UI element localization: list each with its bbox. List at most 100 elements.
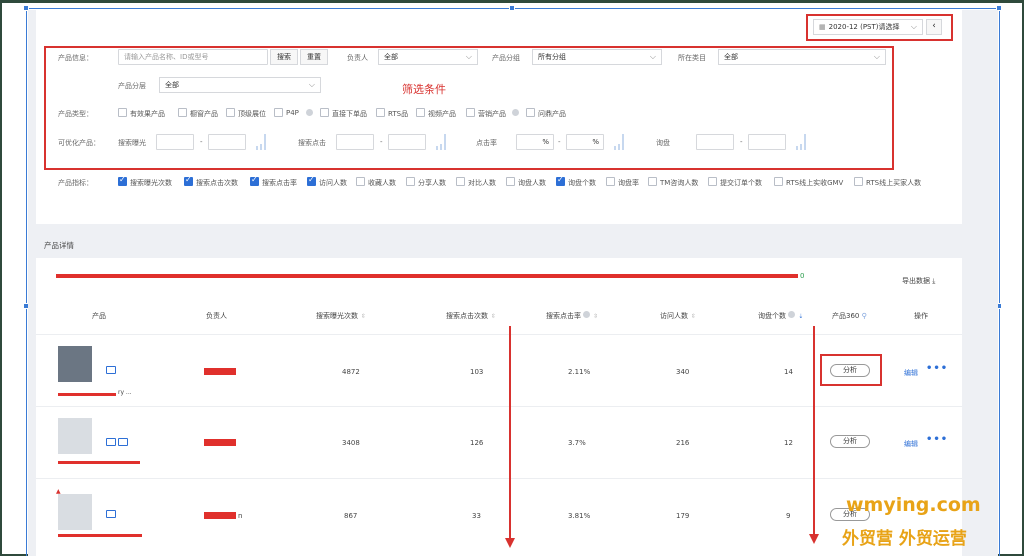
redaction-bar bbox=[204, 368, 236, 375]
type-checkbox[interactable] bbox=[376, 108, 385, 117]
metric-checkbox[interactable] bbox=[648, 177, 657, 186]
type-checkbox[interactable] bbox=[526, 108, 535, 117]
product-thumbnail[interactable] bbox=[58, 418, 92, 454]
document-icon[interactable] bbox=[106, 510, 116, 518]
watermark-text: 外贸营 外贸运营 bbox=[842, 529, 967, 549]
inquiry-max-input[interactable] bbox=[748, 134, 786, 150]
col-clicks[interactable]: 搜索点击次数 ⇳ bbox=[446, 311, 496, 321]
mini-distribution-chart bbox=[794, 134, 808, 150]
type-checkbox[interactable] bbox=[178, 108, 187, 117]
type-checkbox[interactable] bbox=[466, 108, 475, 117]
optimizable-label: 可优化产品： bbox=[58, 139, 100, 147]
redaction-bar bbox=[204, 512, 236, 519]
inquiry-min-input[interactable] bbox=[696, 134, 734, 150]
type-checkbox[interactable] bbox=[118, 108, 127, 117]
col-ctr[interactable]: 搜索点击率 ⇳ bbox=[546, 311, 598, 321]
chevron-down-icon: ⌵ bbox=[308, 80, 315, 89]
exposure-max-input[interactable] bbox=[208, 134, 246, 150]
type-checkbox[interactable] bbox=[320, 108, 329, 117]
product-info-label: 产品信息： bbox=[58, 54, 93, 62]
exposure-min-input[interactable] bbox=[156, 134, 194, 150]
more-dots-icon[interactable]: ••• bbox=[926, 363, 948, 374]
analyze-button[interactable]: 分析 bbox=[830, 435, 870, 448]
col-exposure[interactable]: 搜索曝光次数 ⇳ bbox=[316, 311, 366, 321]
search-button[interactable]: 搜索 bbox=[270, 49, 298, 65]
product-thumbnail[interactable] bbox=[58, 346, 92, 382]
annotation-arrow-head bbox=[505, 538, 515, 548]
more-dots-icon[interactable]: ••• bbox=[926, 434, 948, 445]
reset-button[interactable]: 重置 bbox=[300, 49, 328, 65]
metrics-label: 产品指标： bbox=[58, 179, 93, 187]
owner-select[interactable]: 全部 ⌵ bbox=[378, 49, 478, 65]
owner-label: 负责人 bbox=[347, 54, 368, 62]
clicks-range-label: 搜索点击 bbox=[298, 139, 326, 147]
download-icon: ⤓ bbox=[932, 277, 936, 285]
monitor-icon[interactable] bbox=[106, 366, 116, 374]
col-product360: 产品360 ⚲ bbox=[832, 312, 867, 320]
metric-checkbox[interactable] bbox=[307, 175, 316, 186]
product-search-input[interactable]: 请输入产品名称、ID或型号 bbox=[118, 49, 268, 65]
monitor-icon[interactable] bbox=[118, 438, 128, 446]
chevron-down-icon: ⌵ bbox=[649, 52, 656, 61]
type-checkbox[interactable] bbox=[416, 108, 425, 117]
group-select[interactable]: 所有分组 ⌵ bbox=[532, 49, 662, 65]
chevron-down-icon: ⌵ bbox=[873, 52, 880, 61]
chevron-down-icon: ⌵ bbox=[465, 52, 472, 61]
sort-icon: ⇳ bbox=[691, 313, 697, 320]
export-button[interactable]: 导出数据 ⤓ bbox=[902, 276, 935, 286]
ctr-range-label: 点击率 bbox=[476, 139, 497, 147]
mini-distribution-chart bbox=[254, 134, 268, 150]
metric-checkbox[interactable] bbox=[556, 175, 565, 186]
annotation-arrow bbox=[813, 326, 815, 536]
metric-checkbox[interactable] bbox=[606, 177, 615, 186]
filter-card: ▦ 2020-12 (PST)请选择 ⌵ ‹ 筛选条件 产品信息： 请输入产品名称、… bbox=[36, 10, 962, 224]
selection-border-left bbox=[26, 8, 27, 556]
metric-checkbox[interactable] bbox=[184, 175, 193, 186]
annotation-label: 筛选条件 bbox=[402, 83, 446, 96]
edit-link[interactable]: 编辑 bbox=[904, 368, 918, 378]
clicks-min-input[interactable] bbox=[336, 134, 374, 150]
metric-checkbox[interactable] bbox=[774, 177, 783, 186]
help-icon[interactable] bbox=[512, 109, 519, 116]
help-icon[interactable] bbox=[306, 109, 313, 116]
type-checkbox[interactable] bbox=[274, 108, 283, 117]
annotation-arrow-head bbox=[809, 534, 819, 544]
category-select[interactable]: 全部 ⌵ bbox=[718, 49, 886, 65]
metric-checkbox[interactable] bbox=[456, 177, 465, 186]
edit-link[interactable]: 编辑 bbox=[904, 439, 918, 449]
col-visitors[interactable]: 访问人数 ⇳ bbox=[660, 311, 696, 321]
annotation-arrow bbox=[509, 326, 511, 540]
sort-desc-icon: ⇣ bbox=[798, 313, 804, 320]
sort-icon: ⇳ bbox=[491, 313, 497, 320]
metric-checkbox[interactable] bbox=[506, 177, 515, 186]
annotation-box-date bbox=[806, 14, 953, 41]
metric-checkbox[interactable] bbox=[708, 177, 717, 186]
help-icon[interactable] bbox=[788, 311, 796, 318]
col-inquiries[interactable]: 询盘个数 ⇣ bbox=[758, 311, 803, 321]
section-title: 产品详情 bbox=[44, 241, 74, 250]
annotation-box-analyze bbox=[820, 354, 882, 386]
col-product: 产品 bbox=[92, 312, 106, 320]
help-icon[interactable] bbox=[583, 311, 591, 318]
redaction-bar bbox=[56, 274, 798, 278]
redaction-bar bbox=[58, 534, 142, 537]
ctr-max-input[interactable]: % bbox=[566, 134, 604, 150]
metric-checkbox[interactable] bbox=[406, 177, 415, 186]
redaction-bar bbox=[58, 461, 140, 464]
metric-checkbox[interactable] bbox=[118, 175, 127, 186]
clicks-max-input[interactable] bbox=[388, 134, 426, 150]
redaction-bar bbox=[58, 393, 116, 396]
mini-distribution-chart bbox=[612, 134, 626, 150]
tier-select[interactable]: 全部 ⌵ bbox=[159, 77, 321, 93]
document-icon[interactable] bbox=[106, 438, 116, 446]
metric-checkbox[interactable] bbox=[250, 175, 259, 186]
app-canvas: ▦ 2020-12 (PST)请选择 ⌵ ‹ 筛选条件 产品信息： 请输入产品名称、… bbox=[28, 10, 998, 556]
metric-checkbox[interactable] bbox=[356, 177, 365, 186]
product-thumbnail[interactable] bbox=[58, 494, 92, 530]
category-label: 所在类目 bbox=[678, 54, 706, 62]
metric-checkbox[interactable] bbox=[854, 177, 863, 186]
ctr-min-input[interactable]: % bbox=[516, 134, 554, 150]
group-label: 产品分组 bbox=[492, 54, 520, 62]
type-checkbox[interactable] bbox=[226, 108, 235, 117]
sort-icon: ⇳ bbox=[361, 313, 367, 320]
